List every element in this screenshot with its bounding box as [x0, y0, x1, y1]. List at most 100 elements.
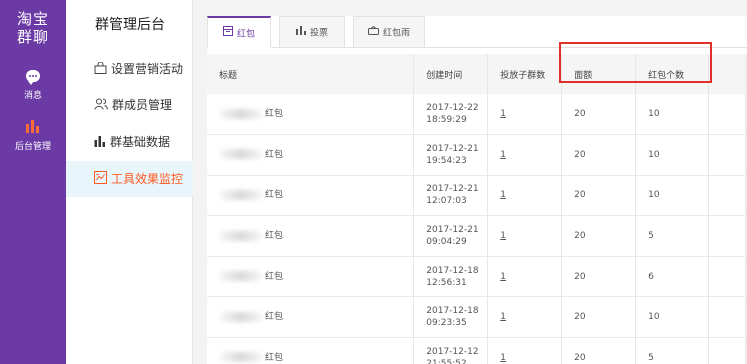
table-row[interactable]: 红包 2017-12-21 12:07:03 1 20 10: [207, 175, 747, 217]
menu-item-tool-monitor[interactable]: 工具效果监控: [66, 161, 193, 197]
title-suffix: 红包: [265, 312, 284, 323]
groups-link[interactable]: 1: [500, 150, 506, 160]
cell-amount: 20: [561, 215, 637, 257]
bag-icon: [94, 52, 107, 88]
cell-groups[interactable]: 1: [487, 256, 563, 298]
created-time: 18:59:29: [426, 115, 467, 126]
cell-amount: 20: [561, 94, 637, 136]
cell-count: 10: [635, 134, 710, 176]
cell-more: [708, 337, 747, 364]
cell-amount: 20: [561, 134, 637, 176]
groups-link[interactable]: 1: [500, 272, 506, 282]
title-suffix: 红包: [265, 149, 284, 160]
redacted-title: [219, 230, 263, 241]
tab-bar: 红包 投票 红包雨: [207, 16, 747, 48]
column-header-count[interactable]: 红包个数: [635, 54, 710, 94]
tab-vote[interactable]: 投票: [279, 16, 345, 48]
cell-title: 红包: [207, 175, 415, 217]
tab-label: 投票: [309, 28, 328, 39]
rail-item-label: 后台管理: [14, 142, 51, 152]
cell-groups[interactable]: 1: [487, 134, 563, 176]
brand-line-1: 淘宝: [16, 10, 49, 28]
column-header-title[interactable]: 标题: [207, 54, 415, 94]
redacted-title: [219, 311, 263, 322]
rail-item-admin[interactable]: 后台管理: [0, 120, 66, 152]
bar-chart-icon: [0, 120, 66, 136]
menu-title: 群管理后台: [95, 17, 165, 33]
red-packet-table: 标题 创建时间 投放子群数 面额 红包个数 红包 2017-12-22 18:59:…: [207, 54, 747, 364]
column-header-amount[interactable]: 面额: [561, 54, 637, 94]
table-row[interactable]: 红包 2017-12-12 21:55:52 1 20 5: [207, 337, 747, 364]
table-header-row: 标题 创建时间 投放子群数 面额 红包个数: [207, 54, 747, 94]
menu-item-basic-data[interactable]: 群基础数据: [66, 124, 193, 160]
created-date: 2017-12-21: [426, 184, 479, 195]
tab-red-packet-rain[interactable]: 红包雨: [353, 16, 425, 48]
cell-more: [708, 175, 747, 217]
created-time: 09:04:29: [426, 237, 467, 248]
menu-item-label: 群成员管理: [112, 98, 173, 112]
cell-more: [708, 134, 747, 176]
cell-more: [708, 94, 747, 136]
cell-count: 6: [635, 256, 710, 298]
column-header-groups[interactable]: 投放子群数: [487, 54, 563, 94]
groups-link[interactable]: 1: [500, 231, 506, 241]
menu-item-members[interactable]: 群成员管理: [66, 87, 193, 123]
rail-item-label: 消息: [23, 91, 42, 101]
groups-link[interactable]: 1: [500, 353, 506, 363]
users-icon: [94, 88, 108, 124]
tab-label: 红包雨: [382, 28, 410, 39]
cell-more: [708, 215, 747, 257]
cell-created: 2017-12-21 09:04:29: [413, 215, 489, 257]
brand-line-2: 群聊: [16, 28, 49, 46]
redacted-title: [219, 189, 263, 200]
cell-groups[interactable]: 1: [487, 215, 563, 257]
redacted-title: [219, 108, 263, 119]
created-date: 2017-12-21: [426, 143, 479, 154]
bar-chart-icon: [94, 125, 106, 161]
cell-groups[interactable]: 1: [487, 337, 563, 364]
monitor-icon: [94, 162, 107, 198]
table-row[interactable]: 红包 2017-12-18 09:23:35 1 20 10: [207, 296, 747, 339]
cell-title: 红包: [207, 337, 415, 364]
created-date: 2017-12-18: [426, 306, 479, 317]
menu-item-marketing[interactable]: 设置营销活动: [66, 51, 193, 87]
created-date: 2017-12-21: [426, 225, 479, 236]
app-rail: 淘宝 群聊 消息 后台管理: [0, 0, 66, 364]
cell-groups[interactable]: 1: [487, 296, 563, 339]
menu-item-label: 设置营销活动: [111, 62, 184, 76]
table-row[interactable]: 红包 2017-12-22 18:59:29 1 20 10: [207, 94, 747, 136]
gift-icon: [222, 18, 233, 50]
redacted-title: [219, 149, 263, 160]
cell-created: 2017-12-18 09:23:35: [413, 296, 489, 339]
table-row[interactable]: 红包 2017-12-18 12:56:31 1 20 6: [207, 256, 747, 298]
groups-link[interactable]: 1: [500, 312, 506, 322]
column-header-created[interactable]: 创建时间: [413, 54, 489, 94]
chat-bubble-icon: [0, 70, 66, 85]
title-suffix: 红包: [265, 190, 284, 201]
app-logo[interactable]: 淘宝 群聊: [0, 10, 66, 46]
table-row[interactable]: 红包 2017-12-21 09:04:29 1 20 5: [207, 215, 747, 257]
groups-link[interactable]: 1: [500, 109, 506, 119]
menu-item-label: 工具效果监控: [111, 172, 184, 186]
table-row[interactable]: 红包 2017-12-21 19:54:23 1 20 10: [207, 134, 747, 176]
created-time: 21:55:52: [426, 358, 467, 364]
rail-item-messages[interactable]: 消息: [0, 70, 66, 101]
cell-created: 2017-12-21 12:07:03: [413, 175, 489, 217]
cell-count: 10: [635, 94, 710, 136]
tab-red-packet[interactable]: 红包: [207, 16, 271, 48]
cell-groups[interactable]: 1: [487, 175, 563, 217]
cell-amount: 20: [561, 175, 637, 217]
cell-amount: 20: [561, 337, 637, 364]
main-panel: 红包 投票 红包雨 标题 创建时间 投放子群数 面额 红包个数 红包 2017-…: [207, 16, 747, 364]
created-time: 12:56:31: [426, 277, 467, 288]
cell-count: 5: [635, 337, 710, 364]
groups-link[interactable]: 1: [500, 190, 506, 200]
title-suffix: 红包: [265, 271, 284, 282]
redacted-title: [219, 352, 263, 363]
bar-chart-icon: [295, 17, 306, 49]
title-suffix: 红包: [265, 352, 284, 363]
cell-groups[interactable]: 1: [487, 94, 563, 136]
created-time: 12:07:03: [426, 196, 467, 207]
cell-created: 2017-12-12 21:55:52: [413, 337, 489, 364]
gift-rain-icon: [367, 17, 379, 49]
